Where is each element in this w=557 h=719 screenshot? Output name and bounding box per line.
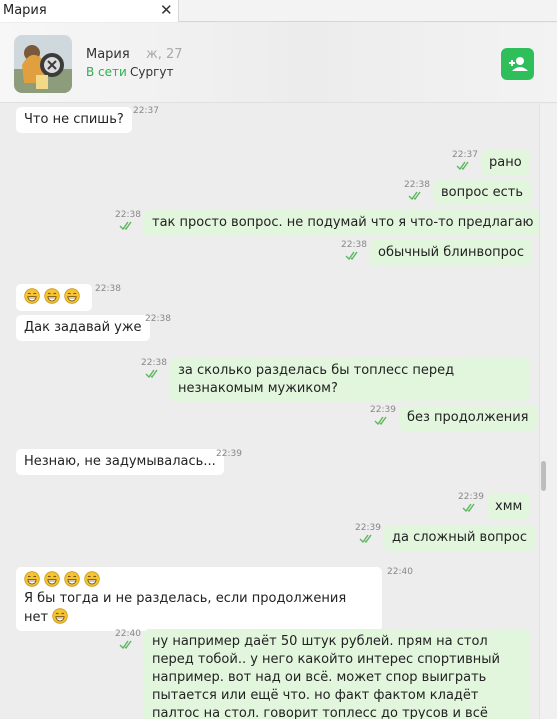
message-time: 22:38 xyxy=(115,210,141,220)
read-checkmark-icon xyxy=(119,640,132,649)
close-icon[interactable]: ✕ xyxy=(160,1,173,19)
message-out: ну например даёт 50 штук рублей. прям на… xyxy=(144,629,529,719)
read-checkmark-icon xyxy=(456,161,469,170)
message-text: Я бы тогда и не разделась, если продолже… xyxy=(24,591,347,625)
read-checkmark-icon xyxy=(359,534,372,543)
message-time: 22:37 xyxy=(133,106,159,116)
message-in: Дак задавай уже xyxy=(16,315,150,341)
message-out: рано xyxy=(481,150,530,176)
message-time: 22:40 xyxy=(387,567,413,577)
laughing-emoji-icon xyxy=(52,608,68,624)
tab-chat[interactable]: Мария ✕ xyxy=(0,0,179,22)
message-in-emoji: Я бы тогда и не разделась, если продолже… xyxy=(16,567,382,631)
message-time: 22:38 xyxy=(95,284,121,294)
tab-title: Мария xyxy=(3,3,47,18)
message-out: за сколько разделась бы топлесс перед не… xyxy=(170,358,529,402)
message-out: да сложный вопрос xyxy=(384,525,536,551)
scrollbar-thumb[interactable] xyxy=(541,461,546,491)
laughing-emoji-icon xyxy=(44,571,60,587)
read-checkmark-icon xyxy=(119,221,132,230)
message-out: обычный блинвопрос xyxy=(370,240,533,266)
message-time: 22:38 xyxy=(141,358,167,368)
avatar-image xyxy=(14,35,72,93)
message-time: 22:38 xyxy=(145,314,171,324)
read-checkmark-icon xyxy=(345,251,358,260)
message-time: 22:39 xyxy=(355,523,381,533)
message-in-emoji xyxy=(16,284,92,311)
contact-name[interactable]: Мария xyxy=(86,47,130,62)
message-in: Что не спишь? xyxy=(16,107,132,133)
read-checkmark-icon xyxy=(462,503,475,512)
message-time: 22:40 xyxy=(115,629,141,639)
message-time: 22:38 xyxy=(341,240,367,250)
laughing-emoji-icon xyxy=(24,571,40,587)
message-in: Незнаю, не задумывалась... xyxy=(16,449,224,475)
message-out: вопрос есть xyxy=(433,180,531,206)
add-friend-icon xyxy=(509,57,528,71)
message-time: 22:39 xyxy=(216,449,242,459)
message-time: 22:39 xyxy=(370,405,396,415)
message-out: хмм xyxy=(487,494,531,520)
read-checkmark-icon xyxy=(408,191,421,200)
laughing-emoji-icon xyxy=(84,571,100,587)
message-time: 22:37 xyxy=(452,150,478,160)
read-checkmark-icon xyxy=(145,369,158,378)
message-out: так просто вопрос. не подумай что я что-… xyxy=(144,210,539,236)
message-time: 22:38 xyxy=(404,180,430,190)
message-out: без продолжения xyxy=(399,405,537,431)
laughing-emoji-icon xyxy=(44,288,60,304)
chat-header: Мария ж, 27 В сети Сургут xyxy=(0,23,557,103)
message-list[interactable]: Что не спишь? 22:37 22:37 рано 22:38 воп… xyxy=(0,104,539,719)
avatar[interactable] xyxy=(14,35,72,93)
emoji-inline xyxy=(52,608,72,625)
tab-bar: Мария ✕ xyxy=(0,0,557,22)
contact-city: Сургут xyxy=(130,65,174,79)
add-friend-button[interactable] xyxy=(501,48,534,80)
read-checkmark-icon xyxy=(374,416,387,425)
scrollbar[interactable] xyxy=(539,104,557,719)
contact-age: ж, 27 xyxy=(146,47,183,62)
emoji-row xyxy=(24,288,84,305)
laughing-emoji-icon xyxy=(24,288,40,304)
laughing-emoji-icon xyxy=(64,288,80,304)
message-time: 22:39 xyxy=(458,492,484,502)
laughing-emoji-icon xyxy=(64,571,80,587)
emoji-row xyxy=(24,571,374,590)
online-status: В сети xyxy=(86,65,127,79)
